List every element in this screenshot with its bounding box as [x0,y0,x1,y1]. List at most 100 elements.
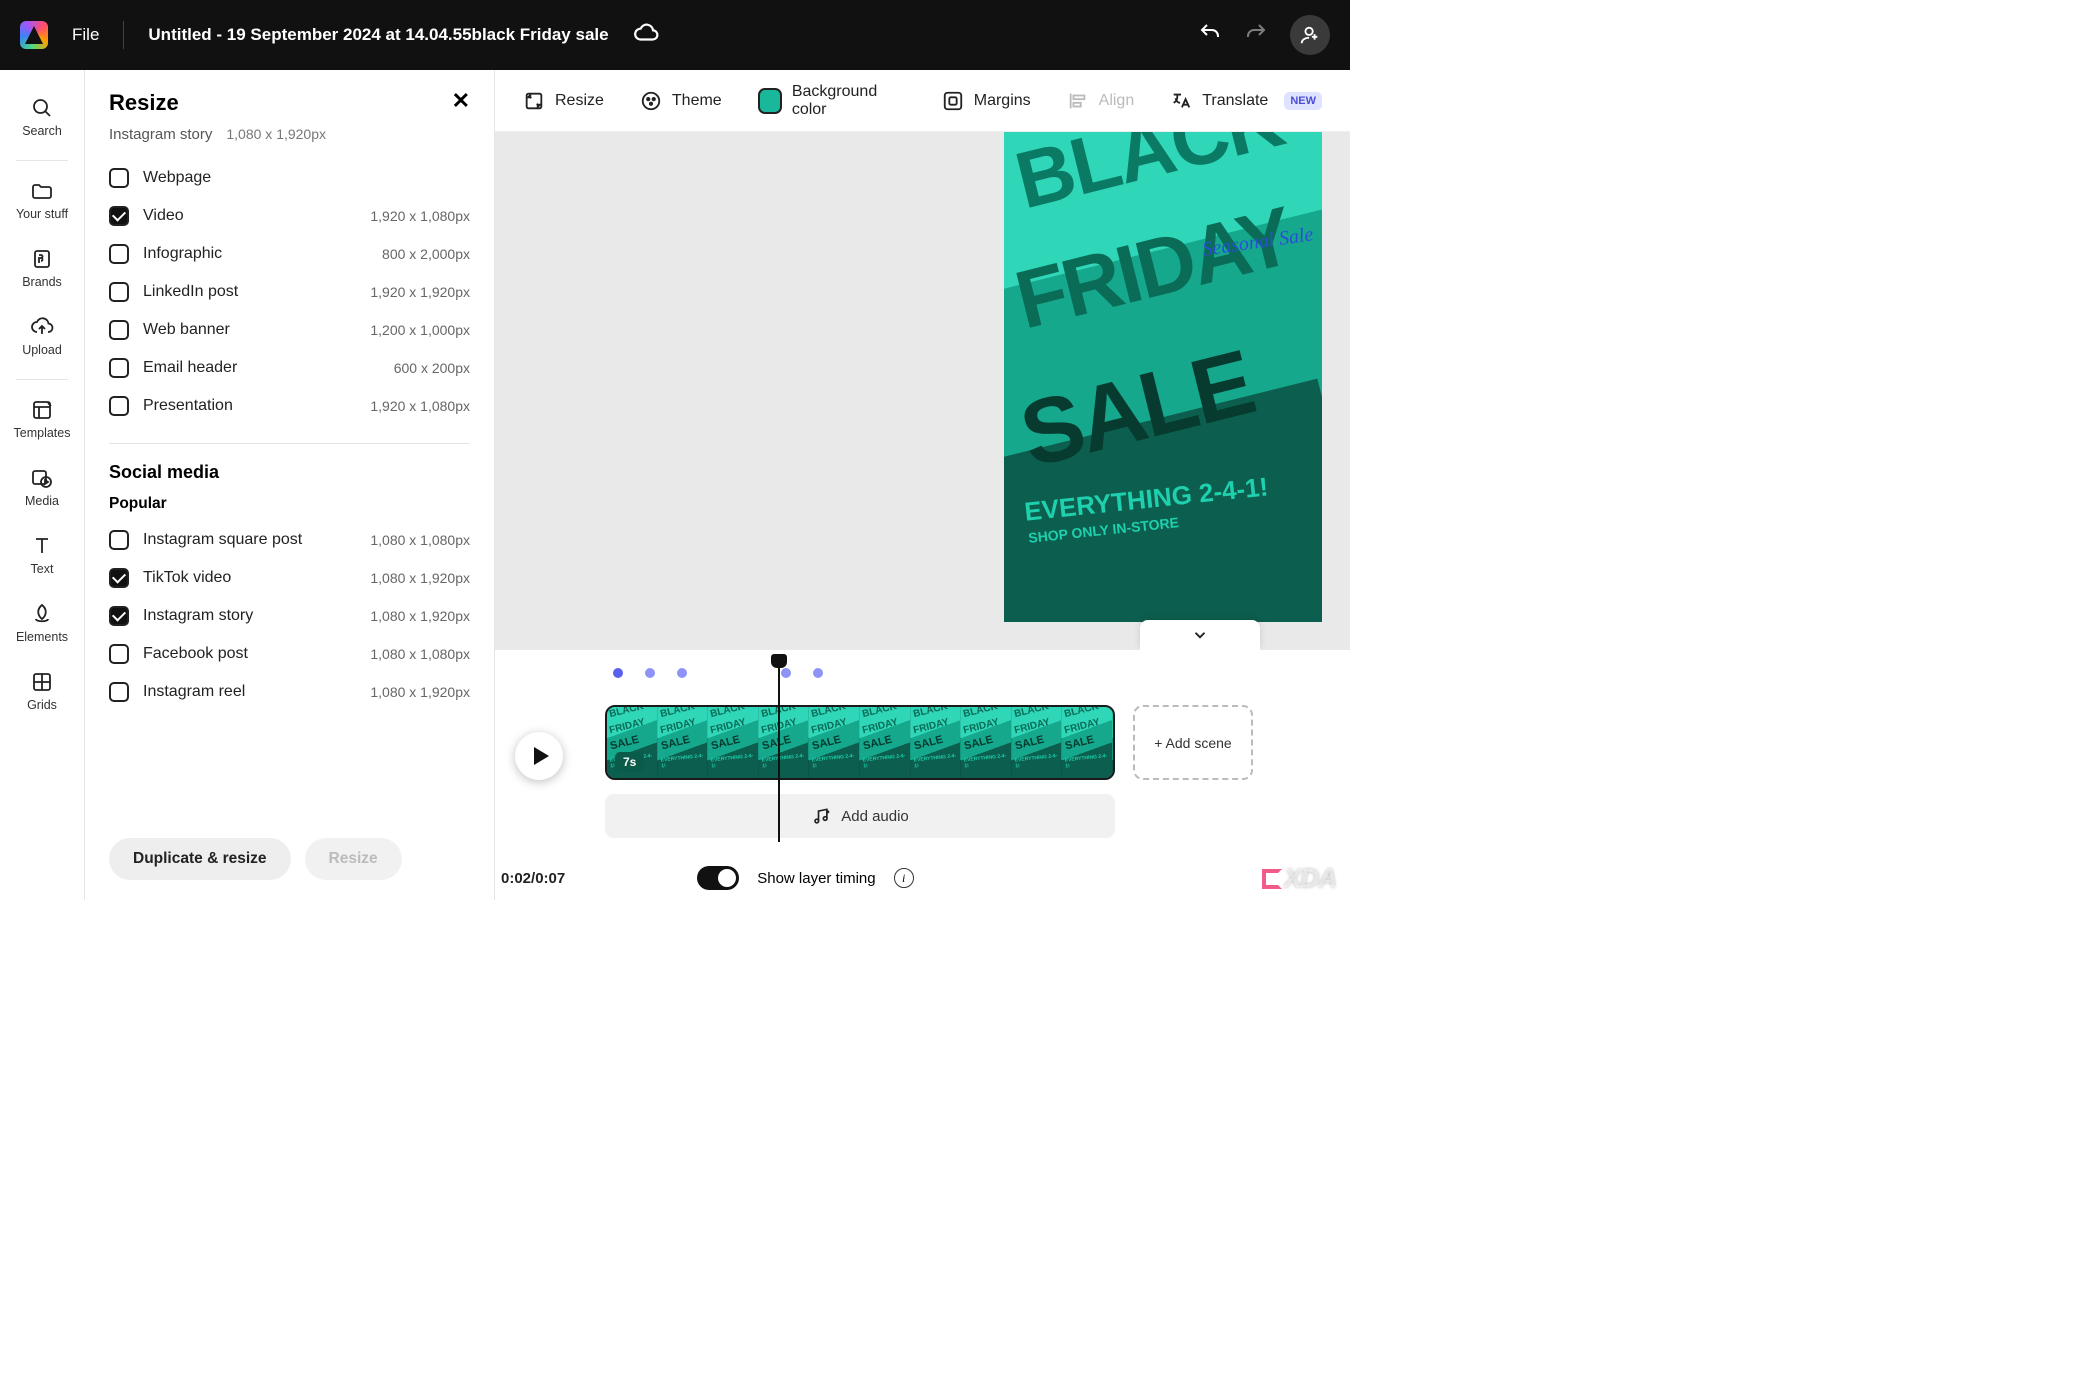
checkbox[interactable] [109,644,129,664]
action-theme[interactable]: Theme [640,90,722,112]
size-label: LinkedIn post [143,283,238,301]
size-option[interactable]: Infographic800 x 2,000px [109,235,470,273]
rail-label: Templates [14,426,71,440]
action-align: Align [1067,90,1135,112]
divider [123,21,124,49]
popular-heading: Popular [109,495,470,513]
invite-collaborator-button[interactable] [1290,15,1330,55]
rail-templates[interactable]: Templates [0,388,84,454]
size-label: Email header [143,359,237,377]
expand-canvas-button[interactable] [1140,620,1260,650]
size-label: Web banner [143,321,230,339]
checkbox[interactable] [109,244,129,264]
rail-your-stuff[interactable]: Your stuff [0,169,84,235]
checkbox[interactable] [109,606,129,626]
checkbox[interactable] [109,282,129,302]
rail-label: Text [31,562,54,576]
design-artwork[interactable]: BLACK FRIDAY SALE EVERYTHING 2-4-1! SHOP… [1004,132,1322,622]
keyframe-markers[interactable] [613,668,823,678]
rail-text[interactable]: Text [0,524,84,590]
size-label: TikTok video [143,569,231,587]
rail-label: Elements [16,630,68,644]
adobe-express-logo[interactable] [20,21,48,49]
add-audio-button[interactable]: Add audio [605,794,1115,838]
rail-label: Grids [27,698,57,712]
rail-media[interactable]: Media [0,456,84,522]
size-dim: 1,920 x 1,080px [370,398,470,414]
size-option[interactable]: Facebook post1,080 x 1,080px [109,635,470,673]
size-option[interactable]: Instagram reel1,080 x 1,920px [109,673,470,711]
checkbox[interactable] [109,396,129,416]
resize-button[interactable]: Resize [305,838,402,880]
checkbox[interactable] [109,206,129,226]
rail-search[interactable]: Search [0,86,84,152]
size-option[interactable]: TikTok video 1,080 x 1,920px [109,559,470,597]
checkbox[interactable] [109,358,129,378]
size-dim: 600 x 200px [394,360,470,376]
file-menu[interactable]: File [72,25,99,45]
playback-time: 0:02/0:07 [501,870,565,887]
checkbox[interactable] [109,320,129,340]
layer-timing-label: Show layer timing [757,870,875,887]
canvas-stage[interactable]: BLACK FRIDAY SALE EVERYTHING 2-4-1! SHOP… [495,132,1350,650]
size-dim: 1,200 x 1,000px [370,322,470,338]
canvas-action-bar: Resize Theme Background color Margins Al… [495,70,1350,132]
document-title[interactable]: Untitled - 19 September 2024 at 14.04.55… [148,25,608,45]
rail-grids[interactable]: Grids [0,660,84,726]
action-translate[interactable]: Translate NEW [1170,90,1322,112]
size-label: Instagram square post [143,531,302,549]
size-option[interactable]: LinkedIn post 1,920 x 1,920px [109,273,470,311]
size-option[interactable]: Web banner 1,200 x 1,000px [109,311,470,349]
new-badge: NEW [1284,92,1322,110]
rail-label: Search [22,124,62,138]
current-preset-name: Instagram story [109,126,212,143]
checkbox[interactable] [109,682,129,702]
redo-button[interactable] [1244,21,1268,50]
checkbox[interactable] [109,568,129,588]
rail-elements[interactable]: Elements [0,592,84,658]
size-dim: 1,080 x 1,080px [370,646,470,662]
checkbox[interactable] [109,530,129,550]
size-option[interactable]: Webpage [109,159,470,197]
playhead[interactable] [778,656,780,842]
duplicate-resize-button[interactable]: Duplicate & resize [109,838,291,880]
rail-label: Your stuff [16,207,68,221]
left-nav-rail: Search Your stuff Brands Upload Template… [0,70,85,900]
size-dim: 1,920 x 1,920px [370,284,470,300]
size-option[interactable]: Email header 600 x 200px [109,349,470,387]
bg-color-swatch [758,88,782,114]
rail-label: Media [25,494,59,508]
size-label: Webpage [143,169,211,187]
size-option[interactable]: Presentation 1,920 x 1,080px [109,387,470,425]
resize-panel: Resize ✕ Instagram story 1,080 x 1,920px… [85,70,495,900]
panel-title: Resize [109,90,179,116]
checkbox[interactable] [109,168,129,188]
current-preset-dim: 1,080 x 1,920px [226,126,326,142]
size-label: Video [143,207,184,225]
action-background-color[interactable]: Background color [758,83,906,119]
undo-button[interactable] [1198,21,1222,50]
timeline: BLACKFRIDAYSALEEVERYTHING 2-4-1! BLACKFR… [495,650,1350,900]
size-option[interactable]: Instagram story1,080 x 1,920px [109,597,470,635]
play-button[interactable] [515,732,563,780]
add-scene-button[interactable]: + Add scene [1133,705,1253,780]
clip-duration-badge: 7s [615,752,644,772]
info-icon[interactable]: i [894,868,914,888]
size-option[interactable]: Instagram square post1,080 x 1,080px [109,521,470,559]
rail-upload[interactable]: Upload [0,305,84,371]
size-label: Presentation [143,397,233,415]
close-panel-button[interactable]: ✕ [452,90,470,112]
size-dim: 1,080 x 1,920px [370,570,470,586]
cloud-sync-icon[interactable] [633,20,659,51]
app-topbar: File Untitled - 19 September 2024 at 14.… [0,0,1350,70]
layer-timing-toggle[interactable] [697,866,739,890]
xda-watermark: XDA [1262,863,1336,894]
action-resize[interactable]: Resize [523,90,604,112]
size-option[interactable]: Video 1,920 x 1,080px [109,197,470,235]
rail-brands[interactable]: Brands [0,237,84,303]
size-dim: 1,080 x 1,920px [370,684,470,700]
size-dim: 1,920 x 1,080px [370,208,470,224]
video-clip[interactable]: BLACKFRIDAYSALEEVERYTHING 2-4-1! BLACKFR… [605,705,1115,780]
size-label: Infographic [143,245,222,263]
action-margins[interactable]: Margins [942,90,1031,112]
